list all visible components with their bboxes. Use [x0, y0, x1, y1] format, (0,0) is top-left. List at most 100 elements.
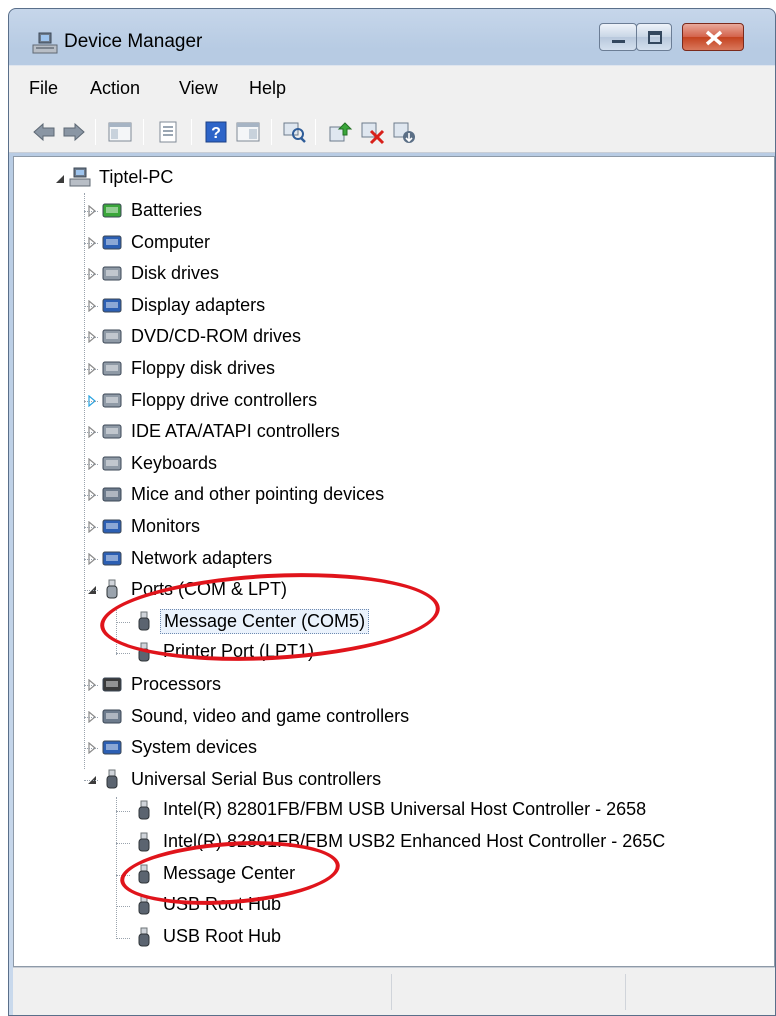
tree-connector	[84, 242, 98, 244]
menu-view[interactable]: View	[179, 78, 218, 99]
properties-icon[interactable]	[155, 119, 181, 145]
disable-device-icon[interactable]	[391, 119, 417, 145]
device-manager-window: Device Manager File Action View Help ? T…	[8, 8, 776, 1016]
status-divider	[391, 974, 392, 1010]
title-bar[interactable]: Device Manager	[9, 9, 775, 65]
usb-icon	[138, 800, 150, 820]
tree-device-label[interactable]: Intel(R) 82801FB/FBM USB Universal Host …	[160, 798, 649, 821]
tree-connector	[84, 748, 98, 750]
minimize-button[interactable]	[599, 23, 637, 51]
mouse-icon	[102, 487, 122, 502]
port-icon	[138, 642, 150, 662]
help-icon[interactable]: ?	[203, 119, 229, 145]
usb-icon	[138, 927, 150, 947]
tree-category-label[interactable]: Disk drives	[128, 262, 222, 285]
tree-connector	[84, 527, 98, 528]
toolbar-separator	[95, 119, 96, 145]
toolbar-separator	[271, 119, 272, 145]
tree-category-label[interactable]: DVD/CD-ROM drives	[128, 325, 304, 348]
monitor-icon	[102, 519, 122, 534]
maximize-button[interactable]	[636, 23, 672, 51]
tree-connector	[116, 797, 117, 939]
tree-device-label[interactable]: Message Center	[160, 862, 298, 885]
show-hide-console-tree-icon[interactable]	[107, 119, 133, 145]
usb-icon	[138, 895, 150, 915]
tree-category-label[interactable]: Keyboards	[128, 452, 220, 475]
floppy-controller-icon	[102, 393, 122, 408]
status-divider	[625, 974, 626, 1010]
tree-category-label[interactable]: Monitors	[128, 515, 203, 538]
tree-connector	[116, 843, 130, 844]
tree-connector	[116, 653, 130, 655]
usb-icon	[138, 864, 150, 884]
tree-connector	[84, 590, 98, 592]
tree-root-label[interactable]: Tiptel-PC	[96, 166, 176, 189]
tree-connector	[116, 607, 117, 655]
tree-category-label[interactable]: Floppy disk drives	[128, 357, 278, 380]
tree-connector	[116, 937, 130, 939]
collapse-arrow-icon[interactable]	[54, 173, 66, 185]
close-button[interactable]	[682, 23, 744, 51]
maximize-icon	[648, 31, 662, 44]
tree-connector	[84, 337, 98, 339]
tree-category-label[interactable]: Network adapters	[128, 547, 275, 570]
scan-hardware-icon[interactable]	[281, 119, 307, 145]
processor-icon	[102, 677, 122, 692]
tree-device-label[interactable]: USB Root Hub	[160, 893, 284, 916]
device-tree[interactable]: Tiptel-PC Batteries Computer Disk drives Di…	[13, 156, 775, 967]
tree-connector	[84, 463, 98, 465]
tree-category-label[interactable]: Processors	[128, 673, 224, 696]
usb-icon	[106, 769, 118, 789]
tree-category-label[interactable]: Mice and other pointing devices	[128, 483, 387, 506]
toolbar-separator	[315, 119, 316, 145]
usb-icon	[138, 832, 150, 852]
tree-category-label[interactable]: Display adapters	[128, 294, 268, 317]
tree-connector	[84, 274, 98, 276]
tree-connector	[84, 400, 98, 402]
tree-device-label[interactable]: USB Root Hub	[160, 925, 284, 948]
tree-category-label[interactable]: Computer	[128, 231, 213, 254]
tree-connector	[116, 811, 130, 813]
tree-category-label[interactable]: System devices	[128, 736, 260, 759]
status-bar	[13, 967, 775, 1015]
network-adapter-icon	[102, 551, 122, 566]
minimize-icon	[612, 40, 625, 43]
computer-icon	[102, 235, 122, 250]
tree-device-label-selected[interactable]: Message Center (COM5)	[160, 608, 370, 634]
close-icon	[705, 30, 723, 46]
port-icon	[106, 579, 118, 599]
tree-category-label[interactable]: Batteries	[128, 199, 205, 222]
tree-connector	[84, 716, 98, 718]
window-title: Device Manager	[64, 31, 203, 52]
tree-connector	[84, 779, 98, 781]
forward-icon[interactable]	[61, 119, 87, 145]
tree-category-label[interactable]: Floppy drive controllers	[128, 389, 320, 412]
menu-file[interactable]: File	[29, 78, 58, 99]
dvd-drive-icon	[102, 329, 122, 344]
keyboard-icon	[102, 456, 122, 471]
tree-category-label[interactable]: Universal Serial Bus controllers	[128, 768, 384, 791]
tree-device-label[interactable]: Printer Port (LPT1)	[160, 640, 317, 663]
disk-drive-icon	[102, 266, 122, 281]
action-pane-icon[interactable]	[235, 119, 261, 145]
ide-controller-icon	[102, 424, 122, 439]
back-icon[interactable]	[31, 119, 57, 145]
tree-connector	[84, 685, 98, 686]
display-adapter-icon	[102, 298, 122, 313]
tree-connector	[84, 432, 98, 434]
tree-device-label[interactable]: Intel(R) 82801FB/FBM USB2 Enhanced Host …	[160, 830, 668, 853]
tree-connector	[84, 558, 98, 560]
battery-icon	[102, 203, 122, 218]
tree-category-label[interactable]: Ports (COM & LPT)	[128, 578, 290, 601]
menu-action[interactable]: Action	[90, 78, 140, 99]
tree-connector	[84, 495, 98, 497]
tree-category-label[interactable]: Sound, video and game controllers	[128, 705, 412, 728]
tree-connector	[84, 211, 98, 212]
uninstall-device-icon[interactable]	[359, 119, 385, 145]
menu-help[interactable]: Help	[249, 78, 286, 99]
toolbar-separator	[143, 119, 144, 145]
system-device-icon	[102, 740, 122, 755]
tree-category-label[interactable]: IDE ATA/ATAPI controllers	[128, 420, 343, 443]
update-driver-icon[interactable]	[327, 119, 353, 145]
toolbar: ?	[9, 111, 775, 153]
